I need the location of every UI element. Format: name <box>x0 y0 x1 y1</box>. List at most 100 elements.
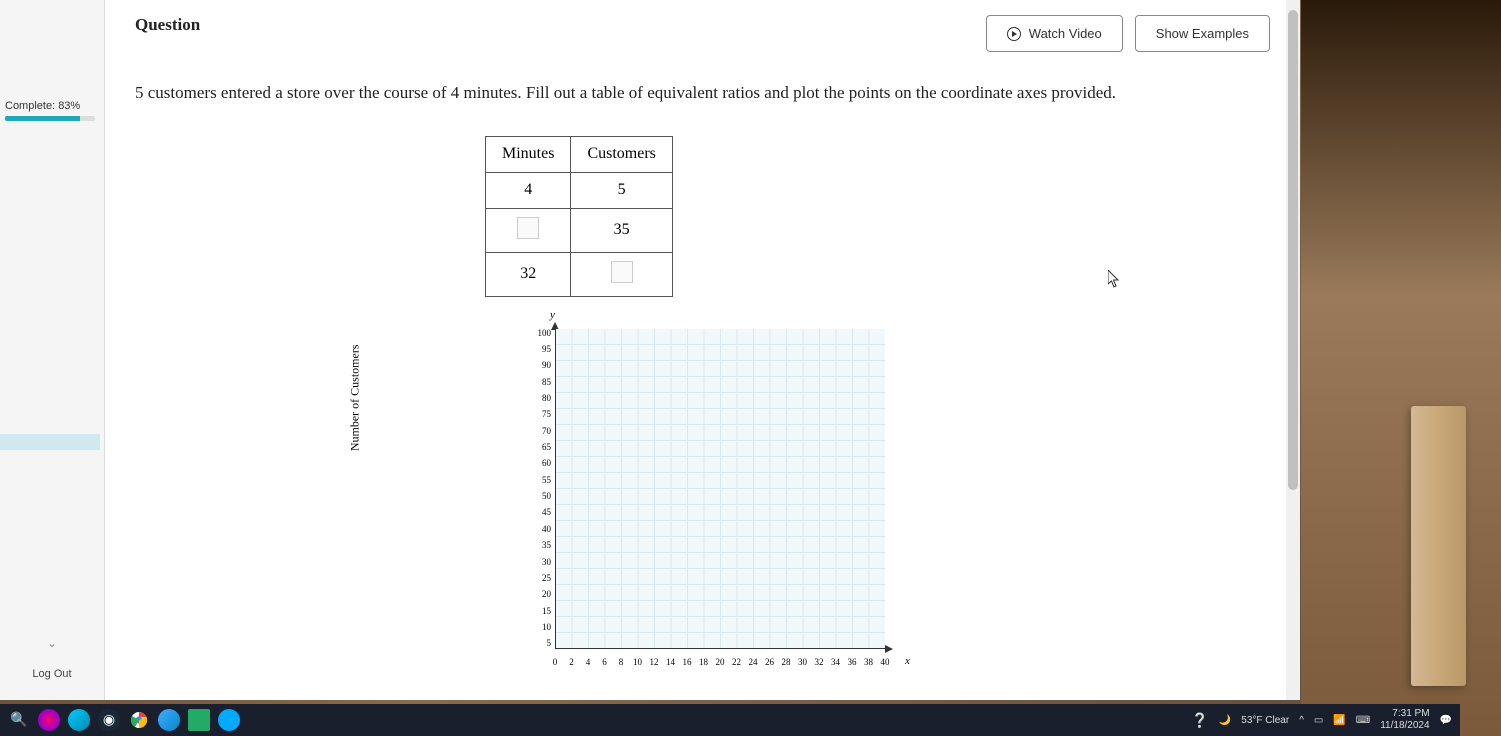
keyboard-icon[interactable]: ⌨ <box>1356 715 1370 726</box>
x-tick: 6 <box>597 657 613 667</box>
y-tick: 95 <box>523 345 551 354</box>
y-tick: 55 <box>523 476 551 485</box>
x-axis-ticks: 0246810121416182022242628303234363840 <box>547 657 893 667</box>
table-header-minutes: Minutes <box>486 136 571 172</box>
book-object <box>1411 406 1466 686</box>
progress-label: Complete: 83% <box>5 100 99 112</box>
play-circle-icon <box>1007 27 1021 41</box>
x-tick: 40 <box>877 657 893 667</box>
y-tick: 5 <box>523 639 551 648</box>
x-tick: 38 <box>861 657 877 667</box>
cell-minutes: 32 <box>486 252 571 296</box>
x-tick: 14 <box>663 657 679 667</box>
y-tick: 20 <box>523 590 551 599</box>
weather-icon: 🌙 <box>1219 715 1231 726</box>
notifications-icon[interactable]: 💬 <box>1440 715 1452 726</box>
progress-bar <box>5 116 95 121</box>
y-tick: 10 <box>523 623 551 632</box>
wifi-icon[interactable]: 📶 <box>1333 715 1345 726</box>
table-header-customers: Customers <box>571 136 672 172</box>
x-tick: 28 <box>778 657 794 667</box>
coordinate-plane[interactable]: Number of Customers y x 1009590858075706… <box>375 317 795 677</box>
x-tick: 30 <box>795 657 811 667</box>
y-tick: 100 <box>523 329 551 338</box>
help-icon[interactable]: ❔ <box>1191 712 1208 729</box>
progress-fill <box>5 116 80 121</box>
x-tick: 10 <box>630 657 646 667</box>
x-tick: 24 <box>745 657 761 667</box>
y-tick: 75 <box>523 410 551 419</box>
plot-grid[interactable] <box>555 329 885 649</box>
y-tick: 50 <box>523 492 551 501</box>
x-tick: 12 <box>646 657 662 667</box>
sidebar-highlight[interactable] <box>0 434 100 450</box>
taskbar[interactable]: 🔍 ◉ ❔ 🌙 53°F Clear ^ ▭ 📶 ⌨ 7:31 PM 11/18… <box>0 704 1460 736</box>
table-row: 32 <box>486 252 673 296</box>
arrow-right-icon <box>885 645 893 653</box>
y-tick: 85 <box>523 378 551 387</box>
cell-customers: 5 <box>571 172 672 208</box>
x-tick: 4 <box>580 657 596 667</box>
logout-link[interactable]: Log Out <box>32 668 71 680</box>
x-tick: 20 <box>712 657 728 667</box>
x-letter: x <box>905 655 910 667</box>
y-tick: 45 <box>523 508 551 517</box>
table-row: 35 <box>486 208 673 252</box>
cell-customers-input[interactable] <box>571 252 672 296</box>
y-tick: 40 <box>523 525 551 534</box>
clock[interactable]: 7:31 PM 11/18/2024 <box>1380 708 1429 732</box>
app-icon-4[interactable] <box>218 709 240 731</box>
scrollbar-thumb[interactable] <box>1288 10 1298 490</box>
steam-icon[interactable]: ◉ <box>98 709 120 731</box>
app-icon-3[interactable] <box>188 709 210 731</box>
browser-window: Complete: 83% ⌄ Log Out Question Watch V… <box>0 0 1300 700</box>
start-icon[interactable]: 🔍 <box>8 709 30 731</box>
tray-chevron-icon[interactable]: ^ <box>1299 715 1304 726</box>
chrome-icon[interactable] <box>128 709 150 731</box>
table-row: 4 5 <box>486 172 673 208</box>
show-examples-button[interactable]: Show Examples <box>1135 15 1270 52</box>
date-text: 11/18/2024 <box>1380 720 1429 732</box>
x-tick: 8 <box>613 657 629 667</box>
mouse-cursor-icon <box>1108 270 1122 293</box>
app-icon[interactable] <box>38 709 60 731</box>
y-tick: 70 <box>523 427 551 436</box>
edge-icon[interactable] <box>68 709 90 731</box>
cell-minutes: 4 <box>486 172 571 208</box>
ratio-table: Minutes Customers 4 5 35 32 <box>485 136 673 297</box>
y-tick: 65 <box>523 443 551 452</box>
y-tick: 30 <box>523 558 551 567</box>
x-tick: 34 <box>828 657 844 667</box>
y-tick: 15 <box>523 607 551 616</box>
show-examples-label: Show Examples <box>1156 26 1249 41</box>
chevron-down-icon[interactable]: ⌄ <box>47 636 57 650</box>
watch-video-label: Watch Video <box>1029 26 1102 41</box>
time-text: 7:31 PM <box>1380 708 1429 720</box>
x-tick: 22 <box>729 657 745 667</box>
y-axis-ticks: 1009590858075706560555045403530252015105 <box>523 329 551 649</box>
system-tray[interactable]: ❔ 🌙 53°F Clear ^ ▭ 📶 ⌨ 7:31 PM 11/18/202… <box>1191 708 1452 732</box>
main-content: Question Watch Video Show Examples 5 cus… <box>105 0 1300 700</box>
y-tick: 90 <box>523 361 551 370</box>
cell-minutes-input[interactable] <box>486 208 571 252</box>
question-text: 5 customers entered a store over the cou… <box>135 80 1225 106</box>
y-tick: 35 <box>523 541 551 550</box>
sidebar: Complete: 83% ⌄ Log Out <box>0 0 105 700</box>
watch-video-button[interactable]: Watch Video <box>986 15 1123 52</box>
x-tick: 2 <box>564 657 580 667</box>
cell-customers: 35 <box>571 208 672 252</box>
x-tick: 16 <box>679 657 695 667</box>
x-tick: 18 <box>696 657 712 667</box>
battery-icon[interactable]: ▭ <box>1314 715 1323 726</box>
background-photo <box>1301 0 1501 736</box>
x-tick: 26 <box>762 657 778 667</box>
weather-text[interactable]: 53°F Clear <box>1241 715 1289 726</box>
app-icon-2[interactable] <box>158 709 180 731</box>
x-tick: 0 <box>547 657 563 667</box>
scrollbar-track[interactable] <box>1286 0 1300 700</box>
y-tick: 25 <box>523 574 551 583</box>
y-axis-label: Number of Customers <box>348 344 363 451</box>
x-tick: 32 <box>811 657 827 667</box>
question-title: Question <box>135 15 200 35</box>
y-tick: 60 <box>523 459 551 468</box>
